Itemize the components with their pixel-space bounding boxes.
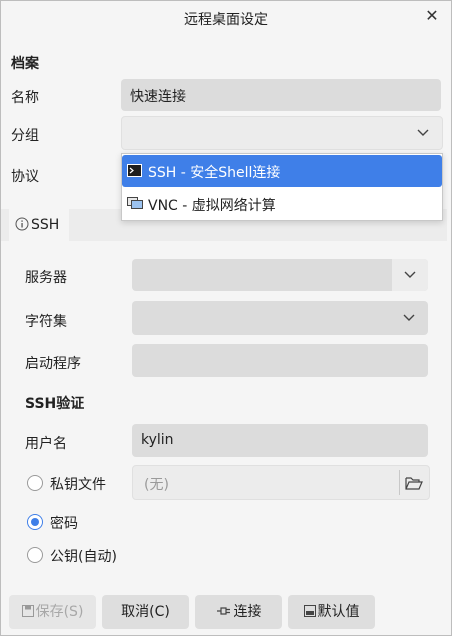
- radio-password-label: 密码: [50, 516, 78, 532]
- radio-private-key-indicator[interactable]: [27, 475, 43, 491]
- radio-public-key[interactable]: 公钥(自动): [27, 545, 147, 567]
- defaults-icon: [303, 605, 316, 617]
- chevron-down-icon: [403, 314, 415, 321]
- title-bar: 远程桌面设定 ✕: [1, 1, 451, 35]
- close-icon[interactable]: ✕: [421, 5, 443, 27]
- radio-public-key-indicator[interactable]: [27, 547, 43, 563]
- startup-program-label: 启动程序: [25, 356, 81, 372]
- radio-public-key-label: 公钥(自动): [50, 549, 117, 565]
- protocol-dropdown-list: SSH - 安全Shell连接 VNC - 虚拟网络计算: [121, 153, 443, 221]
- divider: [399, 470, 400, 495]
- cancel-button[interactable]: 取消(C): [102, 595, 189, 629]
- terminal-icon: [127, 164, 142, 177]
- floppy-disk-icon: [21, 605, 34, 617]
- tab-ssh-label: SSH: [31, 217, 60, 233]
- protocol-option-vnc-label: VNC - 虚拟网络计算: [148, 198, 276, 214]
- radio-password-indicator[interactable]: [27, 514, 43, 530]
- charset-label: 字符集: [25, 314, 67, 330]
- name-field[interactable]: 快速连接: [121, 79, 441, 111]
- username-field[interactable]: kylin: [132, 424, 428, 457]
- username-label: 用户名: [25, 436, 67, 452]
- chevron-down-icon: [417, 129, 429, 136]
- server-dropdown-button[interactable]: [392, 259, 428, 291]
- name-label: 名称: [11, 90, 39, 106]
- save-button-label: 保存(S): [35, 604, 84, 620]
- connect-button[interactable]: 连接: [195, 595, 282, 629]
- protocol-option-ssh[interactable]: SSH - 安全Shell连接: [122, 155, 442, 187]
- default-button[interactable]: 默认值: [288, 595, 375, 629]
- username-field-value: kylin: [141, 432, 174, 448]
- ssh-auth-section-title: SSH验证: [25, 396, 85, 412]
- screens-icon: [127, 197, 143, 209]
- radio-private-key-label: 私钥文件: [50, 477, 106, 493]
- tab-ssh[interactable]: SSH: [9, 209, 69, 241]
- profile-section-title: 档案: [11, 56, 39, 72]
- folder-open-icon[interactable]: [405, 476, 423, 490]
- startup-program-field[interactable]: [132, 344, 428, 377]
- dialog-window: 远程桌面设定 ✕ 档案 名称 快速连接 分组 协议 SSH 服务器 字符集 启动…: [0, 0, 452, 636]
- protocol-option-vnc[interactable]: VNC - 虚拟网络计算: [122, 188, 442, 220]
- plug-icon: [216, 607, 230, 615]
- protocol-label: 协议: [11, 169, 39, 185]
- protocol-option-ssh-label: SSH - 安全Shell连接: [148, 165, 281, 181]
- group-label: 分组: [11, 128, 39, 144]
- connect-button-label: 连接: [233, 604, 262, 620]
- chevron-down-icon: [404, 271, 416, 278]
- private-key-file-field[interactable]: (无): [132, 465, 430, 500]
- default-button-label: 默认值: [317, 604, 360, 620]
- info-icon: [15, 217, 29, 231]
- server-label: 服务器: [25, 270, 67, 286]
- radio-password[interactable]: 密码: [27, 512, 127, 534]
- radio-private-key[interactable]: 私钥文件: [27, 473, 127, 495]
- cancel-button-label: 取消(C): [121, 604, 170, 620]
- server-combobox[interactable]: [132, 259, 428, 291]
- group-combobox[interactable]: [121, 116, 443, 150]
- name-field-value: 快速连接: [130, 89, 186, 105]
- charset-combobox[interactable]: [132, 301, 428, 335]
- window-title: 远程桌面设定: [184, 12, 268, 28]
- private-key-file-value: (无): [144, 477, 169, 493]
- save-button[interactable]: 保存(S): [9, 595, 96, 629]
